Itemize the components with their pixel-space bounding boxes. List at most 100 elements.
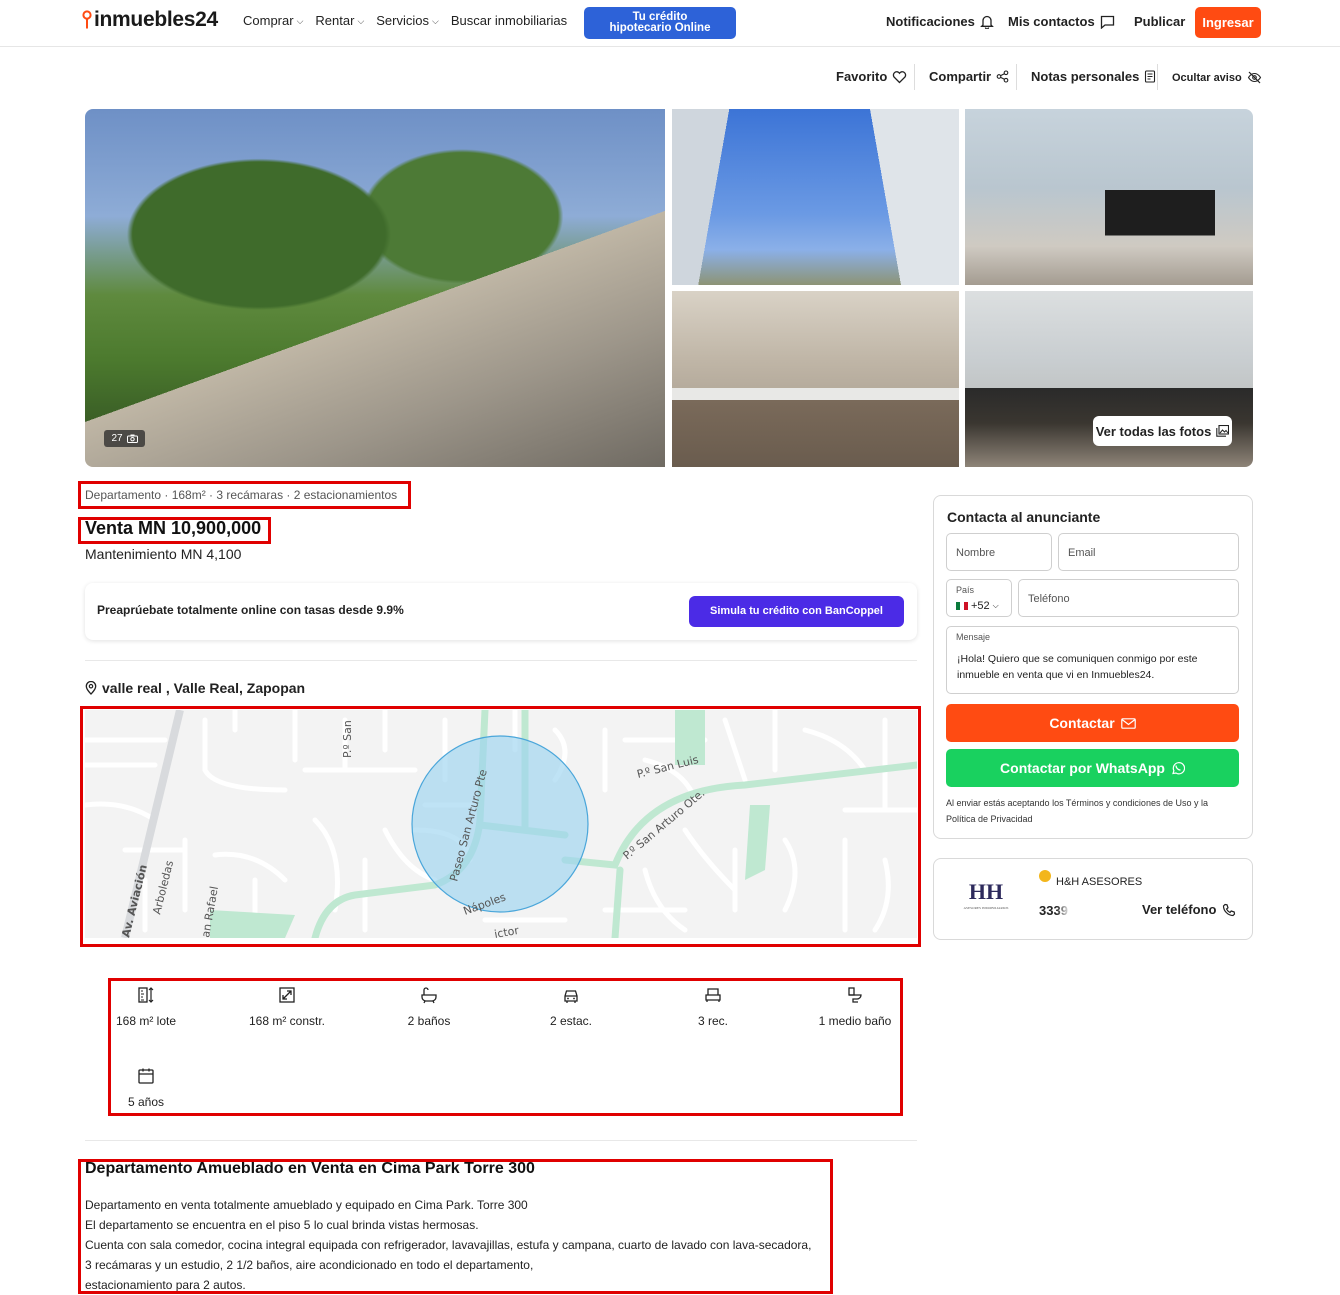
chevron-down-icon: ⌵	[432, 16, 439, 26]
bell-icon	[979, 15, 994, 29]
gallery-icon	[1216, 425, 1230, 437]
mis-contactos-button[interactable]: Mis contactos	[1008, 14, 1115, 29]
location-pin-icon	[85, 681, 97, 695]
lot-size-icon	[138, 987, 154, 1003]
contact-form-card: Contacta al anunciante Nombre Email País…	[933, 495, 1253, 839]
ingresar-button[interactable]: Ingresar	[1195, 7, 1261, 38]
simula-credito-button[interactable]: Simula tu crédito con BanCoppel	[689, 596, 904, 627]
credit-button-line2: hipotecario Online	[609, 22, 711, 34]
agency-name-row[interactable]: H&H ASESORES	[1039, 870, 1142, 888]
contactar-button[interactable]: Contactar	[946, 704, 1239, 742]
main-photo[interactable]	[85, 109, 665, 467]
description-line: El departamento se encuentra en el piso …	[85, 1218, 479, 1232]
description-line: 3 recámaras y un estudio, 2 1/2 baños, a…	[85, 1258, 534, 1272]
car-icon	[564, 990, 578, 1003]
inmuebles24-logo[interactable]: inmuebles24	[82, 8, 218, 32]
toilet-icon	[848, 987, 862, 1003]
description-title: Departamento Amueblado en Venta en Cima …	[85, 1160, 535, 1177]
agency-phone-partial: 3339	[1039, 903, 1068, 918]
favorito-button[interactable]: Favorito	[836, 69, 907, 84]
agency-logo-letters: HH	[968, 879, 1004, 904]
description-body: Departamento en venta totalmente amuebla…	[85, 1195, 811, 1295]
main-nav: Comprar ⌵ Rentar ⌵ Servicios ⌵ Buscar inmob…	[243, 13, 567, 28]
price: Venta MN 10,900,000	[85, 518, 262, 538]
contactar-label: Contactar	[1049, 715, 1115, 731]
logo-text: inmuebles24	[94, 8, 218, 31]
nav-servicios-label: Servicios	[376, 13, 430, 28]
terms-line2[interactable]: Política de Privacidad	[946, 811, 1236, 827]
gallery-photo[interactable]	[672, 109, 959, 285]
mensaje-label: Mensaje	[956, 632, 991, 642]
preapproval-banner: Preaprúebate totalmente online con tasas…	[85, 583, 917, 640]
feature-age: 5 años	[86, 1067, 206, 1109]
nombre-placeholder: Nombre	[956, 547, 996, 559]
property-subtitle: Departamento · 168m² · 3 recámaras · 2 e…	[85, 488, 398, 502]
favorito-label: Favorito	[836, 69, 888, 84]
gallery-photo[interactable]	[965, 109, 1253, 285]
feature-label: 5 años	[127, 1095, 165, 1109]
telefono-field[interactable]: Teléfono	[1018, 579, 1239, 617]
street-label: P.º San	[341, 720, 354, 758]
divider	[1157, 64, 1158, 90]
email-field[interactable]: Email	[1058, 533, 1239, 571]
nombre-field[interactable]: Nombre	[946, 533, 1052, 571]
maintenance-fee: Mantenimiento MN 4,100	[85, 546, 242, 562]
site-header: inmuebles24 Comprar ⌵ Rentar ⌵ Servicios ⌵ …	[0, 0, 1340, 47]
country-code-select[interactable]: País +52 ⌵	[946, 579, 1012, 617]
chevron-down-icon: ⌵	[357, 16, 365, 26]
envelope-icon	[1120, 717, 1136, 729]
agency-card: HH ASESORES INMOBILIARIOS H&H ASESORES 3…	[933, 858, 1253, 940]
compartir-button[interactable]: Compartir	[929, 69, 1009, 84]
nav-rentar[interactable]: Rentar ⌵	[315, 13, 364, 28]
feature-bedrooms: 3 rec.	[653, 986, 773, 1028]
nav-buscar-inmobiliarias[interactable]: Buscar inmobiliarias	[451, 13, 567, 28]
notificaciones-label: Notificaciones	[886, 14, 975, 29]
publicar-link[interactable]: Publicar	[1134, 14, 1185, 29]
chevron-down-icon: ⌵	[992, 601, 999, 610]
feature-label: 168 m² lote	[115, 1014, 177, 1028]
terms-line1[interactable]: Al enviar estás aceptando los Términos y…	[946, 795, 1236, 811]
credito-hipotecario-button[interactable]: Tu crédito hipotecario Online	[584, 7, 736, 39]
feature-parking: 2 estac.	[511, 986, 631, 1028]
photo-count: 27	[111, 433, 123, 444]
compartir-label: Compartir	[929, 69, 992, 84]
photo-count-badge[interactable]: 27	[104, 430, 145, 447]
mexico-flag-icon	[956, 602, 968, 610]
whatsapp-icon	[1172, 762, 1185, 775]
divider	[85, 660, 917, 661]
divider	[85, 1140, 917, 1141]
mensaje-field[interactable]: Mensaje ¡Hola! Quiero que se comuniquen …	[946, 626, 1239, 694]
nav-servicios[interactable]: Servicios ⌵	[376, 13, 439, 28]
notificaciones-button[interactable]: Notificaciones	[886, 14, 994, 29]
ver-todas-fotos-button[interactable]: Ver todas las fotos	[1093, 416, 1232, 446]
ver-telefono-button[interactable]: Ver teléfono	[1142, 902, 1236, 917]
crown-icon	[1039, 870, 1051, 882]
ocultar-aviso-button[interactable]: Ocultar aviso	[1172, 71, 1262, 84]
nav-comprar[interactable]: Comprar ⌵	[243, 13, 303, 28]
bed-icon	[705, 988, 721, 1002]
description-line: Departamento en venta totalmente amuebla…	[85, 1198, 528, 1212]
street-label: P.º San Arturo Ote.	[621, 787, 708, 863]
location-map[interactable]: P.º San P.º San Luis Paseo San Arturo Pt…	[85, 710, 917, 938]
feature-label: 2 estac.	[549, 1014, 593, 1028]
address: valle real , Valle Real, Zapopan	[85, 680, 305, 696]
email-placeholder: Email	[1068, 547, 1096, 559]
gallery-photo[interactable]	[672, 291, 959, 467]
camera-icon	[126, 434, 138, 443]
feature-bathrooms: 2 baños	[369, 986, 489, 1028]
whatsapp-label: Contactar por WhatsApp	[1000, 760, 1165, 776]
notas-personales-button[interactable]: Notas personales	[1031, 69, 1156, 84]
mis-contactos-label: Mis contactos	[1008, 14, 1095, 29]
whatsapp-button[interactable]: Contactar por WhatsApp	[946, 749, 1239, 787]
pais-label: País	[956, 585, 975, 595]
address-text: valle real , Valle Real, Zapopan	[102, 680, 306, 696]
pais-value: +52	[971, 600, 990, 612]
street-label: ictor	[493, 924, 520, 938]
heart-icon	[893, 70, 907, 83]
bathtub-icon	[421, 987, 437, 1004]
contact-title: Contacta al anunciante	[947, 509, 1101, 525]
mensaje-value: ¡Hola! Quiero que se comuniquen conmigo …	[957, 653, 1198, 681]
ver-telefono-label: Ver teléfono	[1142, 902, 1217, 917]
agency-logo[interactable]: HH ASESORES INMOBILIARIOS	[962, 879, 1010, 921]
nav-comprar-label: Comprar	[243, 13, 294, 28]
